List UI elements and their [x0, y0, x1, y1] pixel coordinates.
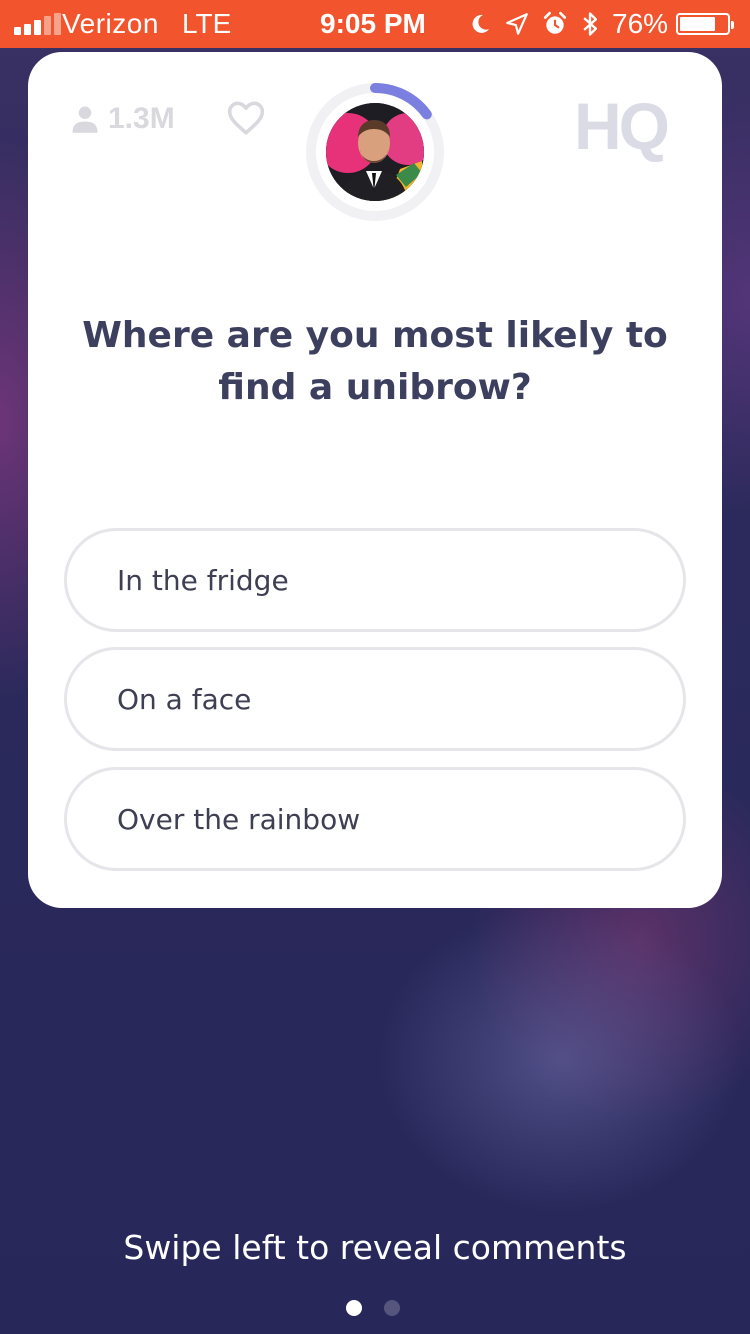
- answer-label: On a face: [117, 682, 252, 716]
- moon-icon: [472, 14, 489, 33]
- answer-label: In the fridge: [117, 563, 289, 597]
- status-bar: Verizon LTE 9:05 PM 76%: [0, 0, 750, 48]
- answer-option-3[interactable]: Over the rainbow: [64, 767, 686, 871]
- heart-icon[interactable]: [226, 100, 266, 136]
- bluetooth-icon: [583, 12, 597, 36]
- page-dot-2[interactable]: [384, 1300, 400, 1316]
- person-icon: [72, 106, 98, 133]
- viewer-count: 1.3M: [70, 102, 175, 136]
- answer-option-1[interactable]: In the fridge: [64, 528, 686, 632]
- carrier-name: Verizon: [62, 8, 159, 39]
- viewer-count-text: 1.3M: [108, 102, 175, 135]
- swipe-hint: Swipe left to reveal comments: [123, 1228, 627, 1267]
- network-type: LTE: [182, 8, 232, 39]
- battery-icon: [676, 13, 734, 35]
- hq-logo: HQ: [574, 89, 670, 163]
- host-avatar: [326, 103, 424, 201]
- alarm-icon: [543, 11, 567, 34]
- battery-percent: 76%: [612, 8, 669, 39]
- status-time: 9:05 PM: [320, 8, 426, 39]
- location-arrow-icon: [506, 13, 528, 35]
- host-timer: [301, 78, 449, 226]
- page-dot-1[interactable]: [346, 1300, 362, 1316]
- question-card: 1.3M HQ Where are you most likely to fin…: [28, 52, 722, 908]
- answer-option-2[interactable]: On a face: [64, 647, 686, 751]
- battery-fill: [680, 17, 715, 31]
- question-text: Where are you most likely to find a unib…: [82, 315, 668, 408]
- page-indicator: [346, 1300, 400, 1316]
- answer-label: Over the rainbow: [117, 802, 361, 836]
- signal-strength-icon: [14, 13, 61, 35]
